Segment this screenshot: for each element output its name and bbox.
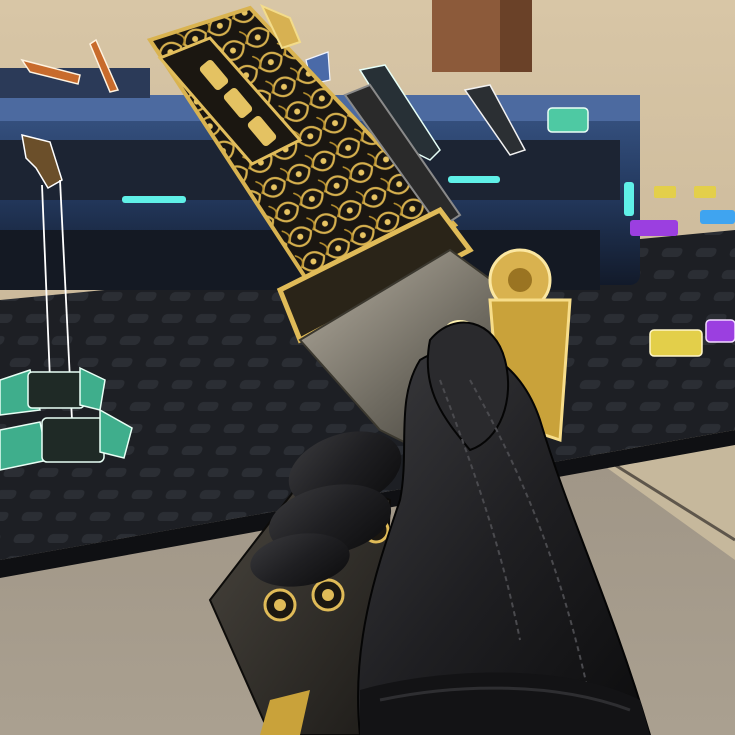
rack-glow-strip-right (448, 176, 500, 183)
rack-glow-strip-end (624, 182, 634, 216)
stone-pillar-shade (500, 0, 532, 72)
rack-glow-strip-left (122, 196, 186, 203)
game-viewport (0, 0, 735, 735)
